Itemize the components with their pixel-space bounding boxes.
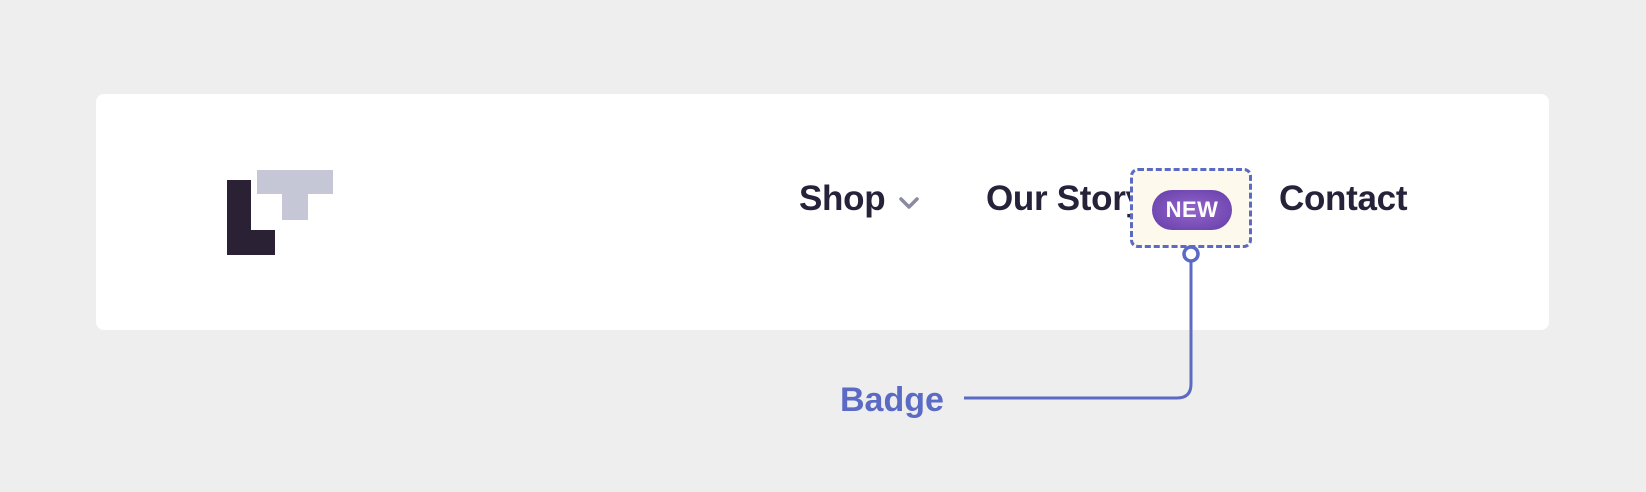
lt-logo-icon[interactable]	[227, 170, 333, 255]
nav-item-shop[interactable]: Shop	[799, 174, 886, 224]
chevron-down-icon[interactable]	[898, 196, 920, 210]
badge-label: NEW	[1165, 197, 1219, 222]
nav-item-our-story[interactable]: Our Story	[986, 174, 1145, 224]
new-badge: NEW	[1152, 190, 1232, 230]
navigation-bar: Shop Our Story NEW Contact	[96, 94, 1549, 330]
stage: Shop Our Story NEW Contact Badge	[0, 0, 1646, 492]
callout-label: Badge	[840, 381, 944, 419]
nav-item-contact[interactable]: Contact	[1279, 174, 1407, 224]
